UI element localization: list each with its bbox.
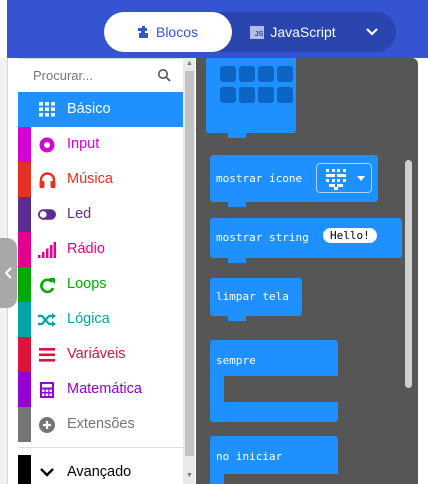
string-input[interactable]: Hello! bbox=[323, 228, 377, 243]
category-label: Matemática bbox=[67, 381, 142, 397]
chevron-left-icon bbox=[4, 267, 12, 279]
led-cell bbox=[239, 66, 255, 82]
toolbox-scrollbar-thumb[interactable] bbox=[185, 71, 194, 456]
category-label: Variáveis bbox=[67, 346, 126, 362]
workspace-scrollbar[interactable] bbox=[405, 160, 412, 388]
signal-bars-icon bbox=[38, 241, 56, 258]
plus-circle-icon bbox=[38, 416, 56, 433]
block-label: sempre bbox=[216, 354, 256, 367]
block-show-leds[interactable] bbox=[206, 58, 296, 133]
javascript-file-icon: JS bbox=[250, 25, 265, 39]
list-lines-icon bbox=[38, 346, 56, 363]
block-notch bbox=[228, 133, 246, 138]
toolbox: Básico Input Música Led bbox=[18, 58, 183, 484]
block-label: mostrar ícone bbox=[216, 172, 303, 185]
category-color-bar bbox=[18, 337, 31, 372]
chevron-down-icon bbox=[366, 28, 378, 36]
category-basico[interactable]: Básico bbox=[18, 92, 183, 127]
category-label: Input bbox=[67, 136, 100, 152]
block-on-start[interactable]: no iniciar bbox=[210, 436, 338, 484]
tab-blocks-label: Blocos bbox=[155, 24, 199, 40]
category-color-bar bbox=[18, 267, 31, 302]
category-led[interactable]: Led bbox=[18, 197, 183, 232]
grid-icon bbox=[38, 101, 56, 118]
category-color-bar bbox=[18, 302, 31, 337]
loop-arrow-icon bbox=[38, 276, 56, 293]
block-notch bbox=[228, 258, 246, 263]
category-musica[interactable]: Música bbox=[18, 162, 183, 197]
tab-javascript[interactable]: JS JavaScript bbox=[234, 12, 352, 52]
led-cell bbox=[239, 87, 255, 103]
block-label: limpar tela bbox=[216, 290, 289, 303]
category-label: Rádio bbox=[67, 241, 105, 257]
block-forever[interactable]: sempre bbox=[210, 340, 338, 422]
category-logica[interactable]: Lógica bbox=[18, 302, 183, 337]
collapse-simulator-button[interactable] bbox=[0, 238, 17, 308]
chevron-down-icon bbox=[38, 464, 56, 481]
category-label: Básico bbox=[67, 101, 111, 117]
category-color-bar bbox=[18, 372, 31, 407]
category-label: Música bbox=[67, 171, 113, 187]
category-color-bar bbox=[18, 407, 31, 442]
calculator-icon bbox=[38, 381, 56, 398]
search-box bbox=[18, 59, 183, 92]
divider bbox=[18, 447, 183, 448]
block-label: no iniciar bbox=[216, 450, 283, 463]
category-color-bar bbox=[18, 455, 31, 484]
circle-dot-icon bbox=[38, 136, 56, 153]
led-cell bbox=[277, 87, 293, 103]
shuffle-icon bbox=[38, 311, 56, 328]
block-notch bbox=[228, 202, 246, 207]
puzzle-piece-icon bbox=[137, 26, 148, 38]
led-cell bbox=[277, 66, 293, 82]
category-matematica[interactable]: Matemática bbox=[18, 372, 183, 407]
block-slot bbox=[224, 474, 338, 484]
top-bar: Blocos JS JavaScript bbox=[7, 0, 428, 58]
category-color-bar bbox=[18, 197, 31, 232]
search-input[interactable] bbox=[33, 68, 153, 83]
category-color-bar bbox=[18, 232, 31, 267]
led-cell bbox=[258, 66, 274, 82]
block-slot bbox=[224, 376, 338, 402]
dropdown-arrow-icon bbox=[357, 176, 365, 181]
more-languages-button[interactable] bbox=[354, 16, 390, 48]
editor-mode-toggle: Blocos JS JavaScript bbox=[104, 12, 396, 52]
category-extensoes[interactable]: Extensões bbox=[18, 407, 183, 442]
block-notch bbox=[228, 316, 246, 321]
category-avancado[interactable]: Avançado bbox=[18, 455, 183, 484]
search-icon[interactable] bbox=[157, 68, 171, 82]
scroll-down-icon[interactable]: ▼ bbox=[186, 472, 193, 479]
category-input[interactable]: Input bbox=[18, 127, 183, 162]
toggle-icon bbox=[38, 206, 56, 223]
category-label: Extensões bbox=[67, 416, 135, 432]
heart-icon bbox=[326, 169, 346, 190]
blocks-flyout: mostrar ícone mostrar string Hello! limp… bbox=[196, 58, 418, 484]
block-show-string[interactable]: mostrar string Hello! bbox=[210, 218, 402, 258]
category-label: Lógica bbox=[67, 311, 110, 327]
category-color-bar bbox=[18, 127, 31, 162]
block-clear-screen[interactable]: limpar tela bbox=[210, 278, 302, 316]
category-variaveis[interactable]: Variáveis bbox=[18, 337, 183, 372]
tab-javascript-label: JavaScript bbox=[270, 24, 336, 40]
makecode-editor: { "header": { "tabs": [ {"label": "Bloco… bbox=[0, 0, 428, 484]
headphones-icon bbox=[38, 171, 56, 188]
category-radio[interactable]: Rádio bbox=[18, 232, 183, 267]
led-cell bbox=[220, 87, 236, 103]
tab-blocks[interactable]: Blocos bbox=[104, 12, 232, 52]
led-cell bbox=[258, 87, 274, 103]
block-show-icon[interactable]: mostrar ícone bbox=[210, 155, 378, 202]
category-label: Avançado bbox=[67, 464, 132, 480]
scroll-up-icon[interactable]: ▲ bbox=[186, 60, 193, 67]
category-loops[interactable]: Loops bbox=[18, 267, 183, 302]
category-color-bar bbox=[18, 162, 31, 197]
led-cell bbox=[220, 66, 236, 82]
icon-dropdown[interactable] bbox=[316, 163, 372, 193]
category-label: Led bbox=[67, 206, 92, 222]
category-label: Loops bbox=[67, 276, 107, 292]
block-label: mostrar string bbox=[216, 231, 309, 244]
